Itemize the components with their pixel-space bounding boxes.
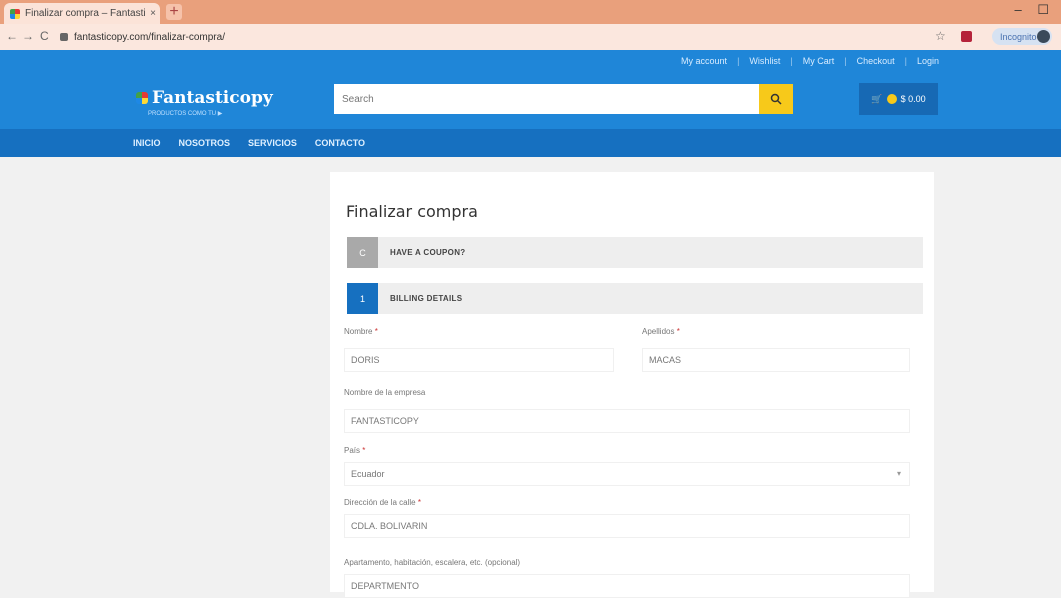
- cart-count-badge: [886, 94, 897, 104]
- apartamento-label-text: Apartamento, habitación, escalera, etc. …: [344, 558, 521, 567]
- tab-close-icon[interactable]: ×: [146, 8, 160, 19]
- nav-item-servicios[interactable]: SERVICIOS: [248, 138, 297, 148]
- divider: |: [844, 56, 847, 66]
- extension-icon[interactable]: [961, 31, 972, 42]
- forward-icon[interactable]: →: [22, 29, 34, 43]
- billing-accordion[interactable]: 1 BILLING DETAILS: [347, 283, 923, 314]
- search-box: [334, 84, 759, 114]
- logo-text: Fantasticopy: [152, 88, 273, 108]
- required-mark: *: [362, 446, 366, 455]
- browser-tab[interactable]: Finalizar compra – Fantasticopy ×: [4, 3, 160, 24]
- profile-button[interactable]: Incognito: [992, 28, 1052, 45]
- billing-label: BILLING DETAILS: [390, 294, 463, 303]
- logo-mark-icon: [136, 92, 148, 104]
- url-field[interactable]: fantasticopy.com/finalizar-compra/: [58, 28, 918, 46]
- link-my-account[interactable]: My account: [681, 56, 727, 66]
- nav-item-contacto[interactable]: CONTACTO: [315, 138, 365, 148]
- back-icon[interactable]: ←: [6, 29, 18, 43]
- logo-tagline: PRODUCTOS COMO TU ▶: [148, 111, 223, 117]
- divider: |: [904, 56, 907, 66]
- nav-item-inicio[interactable]: INICIO: [133, 138, 161, 148]
- empresa-label-text: Nombre de la empresa: [344, 388, 426, 397]
- checkout-panel: Finalizar compra C HAVE A COUPON? 1 BILL…: [330, 172, 934, 598]
- link-my-cart[interactable]: My Cart: [803, 56, 835, 66]
- direccion-label-text: Dirección de la calle: [344, 498, 416, 507]
- divider: |: [737, 56, 740, 66]
- apellidos-field[interactable]: MACAS: [642, 348, 910, 372]
- apartamento-label: Apartamento, habitación, escalera, etc. …: [344, 558, 520, 567]
- divider: |: [790, 56, 793, 66]
- nav-item-nosotros[interactable]: NOSOTROS: [179, 138, 231, 148]
- pais-label-text: País: [344, 446, 361, 455]
- search-input[interactable]: [334, 84, 759, 114]
- empresa-field[interactable]: FANTASTICOPY: [344, 409, 910, 433]
- cart-button[interactable]: 🛒 $ 0.00: [859, 83, 938, 115]
- empresa-label: Nombre de la empresa: [344, 388, 425, 397]
- profile-label: Incognito: [1000, 31, 1037, 42]
- pais-label: País *: [344, 446, 365, 455]
- direccion-value: CDLA. BOLIVARIN: [351, 521, 428, 531]
- search-button[interactable]: [759, 84, 793, 114]
- required-mark: *: [374, 327, 378, 336]
- nombre-label: Nombre *: [344, 327, 378, 336]
- nombre-value: DORIS: [351, 355, 380, 365]
- required-mark: *: [676, 327, 680, 336]
- browser-tabbar: Finalizar compra – Fantasticopy × + – ☐: [0, 0, 1061, 24]
- apellidos-label: Apellidos *: [642, 327, 680, 336]
- cart-total: $ 0.00: [900, 94, 926, 104]
- direccion-label: Dirección de la calle *: [344, 498, 421, 507]
- billing-step-badge: 1: [347, 283, 378, 314]
- apellidos-value: MACAS: [649, 355, 682, 365]
- nombre-label-text: Nombre: [344, 327, 373, 336]
- coupon-label: HAVE A COUPON?: [390, 248, 466, 257]
- address-bar: ← → C fantasticopy.com/finalizar-compra/…: [0, 24, 1061, 51]
- empresa-value: FANTASTICOPY: [351, 416, 419, 426]
- window-controls[interactable]: – ☐: [1015, 2, 1056, 18]
- chevron-down-icon: ▾: [896, 469, 901, 478]
- pais-value: Ecuador: [351, 469, 385, 479]
- pais-select[interactable]: Ecuador ▾: [344, 462, 910, 486]
- url-text: fantasticopy.com/finalizar-compra/: [74, 31, 225, 43]
- nombre-field[interactable]: DORIS: [344, 348, 614, 372]
- lock-icon: [60, 33, 68, 41]
- site-header: My account | Wishlist | My Cart | Checko…: [0, 50, 1061, 129]
- top-links: My account | Wishlist | My Cart | Checko…: [681, 56, 939, 66]
- new-tab-button[interactable]: +: [166, 4, 182, 20]
- direccion-field[interactable]: CDLA. BOLIVARIN: [344, 514, 910, 538]
- main-nav: INICIO NOSOTROS SERVICIOS CONTACTO: [0, 129, 1061, 157]
- apartamento-field[interactable]: DEPARTMENTO: [344, 574, 910, 598]
- favicon-icon: [10, 8, 20, 19]
- cart-icon: 🛒: [871, 93, 883, 104]
- avatar-icon: [1037, 30, 1050, 43]
- link-checkout[interactable]: Checkout: [857, 56, 895, 66]
- reload-icon[interactable]: C: [40, 29, 49, 43]
- coupon-accordion[interactable]: C HAVE A COUPON?: [347, 237, 923, 268]
- apellidos-label-text: Apellidos: [642, 327, 675, 336]
- page-title: Finalizar compra: [346, 202, 478, 221]
- tab-title: Finalizar compra – Fantasticopy: [25, 8, 146, 19]
- coupon-step-badge: C: [347, 237, 378, 268]
- apartamento-value: DEPARTMENTO: [351, 581, 420, 591]
- site-logo[interactable]: Fantasticopy: [136, 88, 273, 108]
- required-mark: *: [417, 498, 421, 507]
- bookmark-star-icon[interactable]: ☆: [935, 29, 946, 43]
- search-icon: [770, 93, 782, 105]
- link-login[interactable]: Login: [917, 56, 939, 66]
- link-wishlist[interactable]: Wishlist: [749, 56, 780, 66]
